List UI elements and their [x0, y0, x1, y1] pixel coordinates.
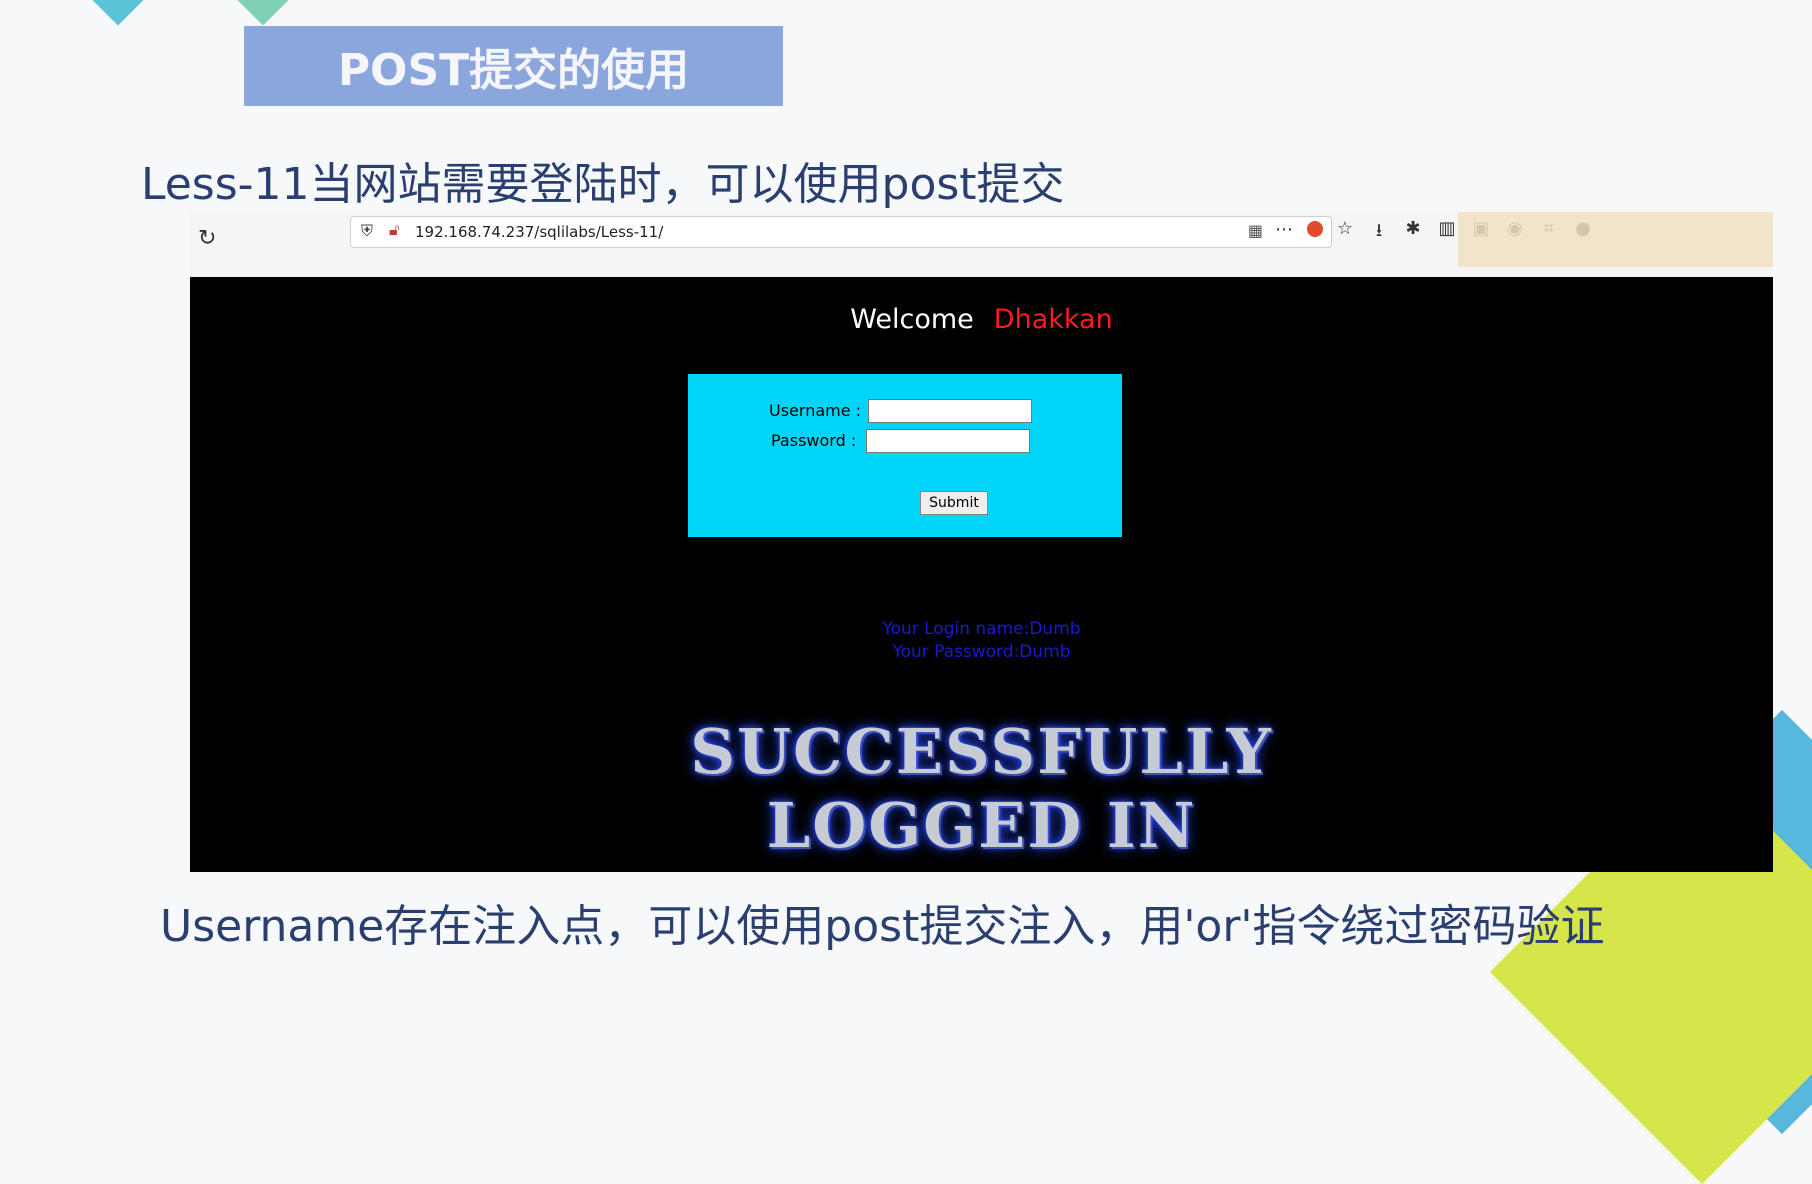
- decorative-diamond: [85, 0, 151, 26]
- password-field[interactable]: [866, 429, 1030, 453]
- firebug-logo: [1458, 212, 1773, 267]
- insecure-lock-icon[interactable]: 🔓︎: [389, 220, 399, 240]
- download-icon[interactable]: ⭳: [1369, 218, 1389, 248]
- success-banner-line2: LOGGED IN: [766, 789, 1197, 862]
- slide-subtitle: Less-11当网站需要登陆时，可以使用post提交: [141, 159, 1065, 210]
- password-label: Password :: [771, 431, 857, 450]
- welcome-text: Welcome: [850, 304, 974, 335]
- url-text[interactable]: 192.168.74.237/sqlilabs/Less-11/: [415, 223, 663, 241]
- extension-icon[interactable]: [1307, 221, 1323, 237]
- page-content: Welcome Dhakkan Username : Password : Sub…: [190, 277, 1773, 872]
- qr-code-icon[interactable]: ▦: [1248, 221, 1263, 240]
- browser-window: ↻ ⛨ 🔓︎ 192.168.74.237/sqlilabs/Less-11/ …: [190, 212, 1773, 872]
- slide-footer-note: Username存在注入点，可以使用post提交注入，用'or'指令绕过密码验证: [160, 901, 1605, 952]
- extensions-icon[interactable]: ✱: [1403, 218, 1423, 248]
- username-field[interactable]: [868, 399, 1032, 423]
- slide-title-banner: POST提交的使用: [244, 26, 783, 106]
- submit-button[interactable]: Submit: [920, 491, 988, 515]
- shield-icon[interactable]: ⛨: [361, 221, 373, 241]
- library-icon[interactable]: ▥: [1437, 218, 1457, 248]
- bookmark-star-icon[interactable]: ☆: [1335, 218, 1355, 248]
- welcome-heading: Welcome Dhakkan: [190, 304, 1773, 335]
- browser-toolbar: ↻ ⛨ 🔓︎ 192.168.74.237/sqlilabs/Less-11/ …: [190, 212, 1773, 278]
- login-form: Username : Password : Submit: [688, 374, 1122, 537]
- address-bar[interactable]: ⛨ 🔓︎ 192.168.74.237/sqlilabs/Less-11/ ▦ …: [350, 216, 1332, 248]
- reload-icon[interactable]: ↻: [198, 226, 216, 251]
- login-name-result: Your Login name:Dumb: [882, 619, 1081, 639]
- username-label: Username :: [769, 401, 862, 420]
- welcome-name: Dhakkan: [993, 304, 1113, 335]
- decorative-diamond: [230, 0, 296, 26]
- success-banner-line1: SUCCESSFULLY: [690, 715, 1273, 788]
- more-actions-icon[interactable]: ⋯: [1275, 219, 1293, 240]
- login-password-result: Your Password:Dumb: [892, 642, 1071, 662]
